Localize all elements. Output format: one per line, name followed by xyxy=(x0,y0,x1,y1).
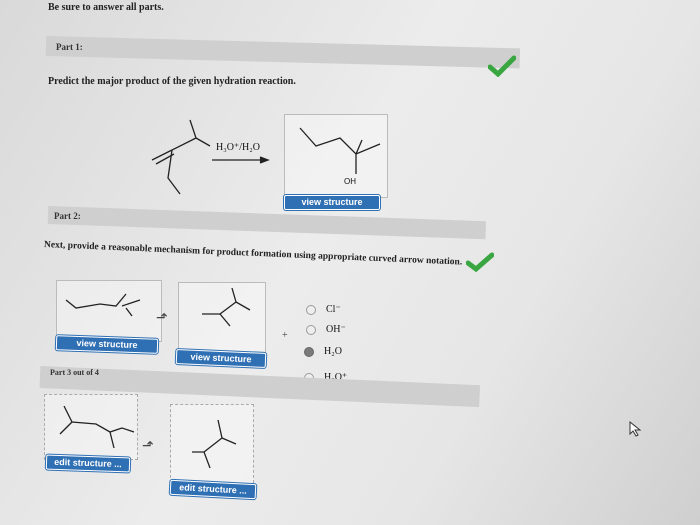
option-hydroxide[interactable]: OH⁻ xyxy=(306,324,346,335)
option-chloride[interactable]: Cl⁻ xyxy=(306,304,341,315)
part2-label: Part 2: xyxy=(54,211,81,221)
part2-mid-structure xyxy=(202,287,251,327)
part1-reactant-structure xyxy=(151,119,211,195)
screen: Be sure to answer all parts. Part 1: Pre… xyxy=(0,0,700,525)
part1-reagent: H₃O⁺/H₂O xyxy=(216,142,260,153)
part3-left-edit-structure-button[interactable]: edit structure ... xyxy=(45,454,131,473)
part2-mid-view-structure-button[interactable]: view structure xyxy=(175,349,267,368)
part1-question: Predict the major product of the given h… xyxy=(48,76,296,87)
part2-header-band xyxy=(47,206,487,240)
part3-arrow-icon: ⬏ xyxy=(142,439,154,454)
option-chloride-label: Cl⁻ xyxy=(326,304,341,315)
part2-left-structure xyxy=(65,293,141,317)
option-water-label: H₂O xyxy=(324,346,342,357)
mouse-cursor-icon xyxy=(629,420,642,437)
part3-mid-structure xyxy=(192,419,237,469)
part3-left-structure xyxy=(59,405,135,449)
part1-header-band xyxy=(45,36,521,69)
part2-arrow-icon: ⬏ xyxy=(156,311,168,326)
instruction-text: Be sure to answer all parts. xyxy=(48,2,164,13)
option-chloride-radio[interactable] xyxy=(306,304,316,315)
part2-left-view-structure-button[interactable]: view structure xyxy=(55,335,159,354)
part3-label: Part 3 out of 4 xyxy=(50,368,99,377)
part3-mid-edit-structure-button[interactable]: edit structure ... xyxy=(169,479,257,500)
part1-view-structure-button[interactable]: view structure xyxy=(284,195,380,210)
part1-oh-label: OH xyxy=(344,177,356,186)
option-hydroxide-radio[interactable] xyxy=(306,324,316,335)
part1-label: Part 1: xyxy=(56,42,83,52)
part2-question: Next, provide a reasonable mechanism for… xyxy=(43,240,463,268)
part1-check-icon xyxy=(488,55,516,77)
part2-check-icon xyxy=(466,252,494,272)
part2-plus-sign: + xyxy=(282,330,288,341)
option-water[interactable]: H₂O xyxy=(304,346,342,357)
part1-reaction-arrow-icon xyxy=(212,156,270,164)
part1-product-structure xyxy=(299,127,381,174)
option-hydroxide-label: OH⁻ xyxy=(326,324,346,335)
option-water-radio[interactable] xyxy=(304,346,314,357)
